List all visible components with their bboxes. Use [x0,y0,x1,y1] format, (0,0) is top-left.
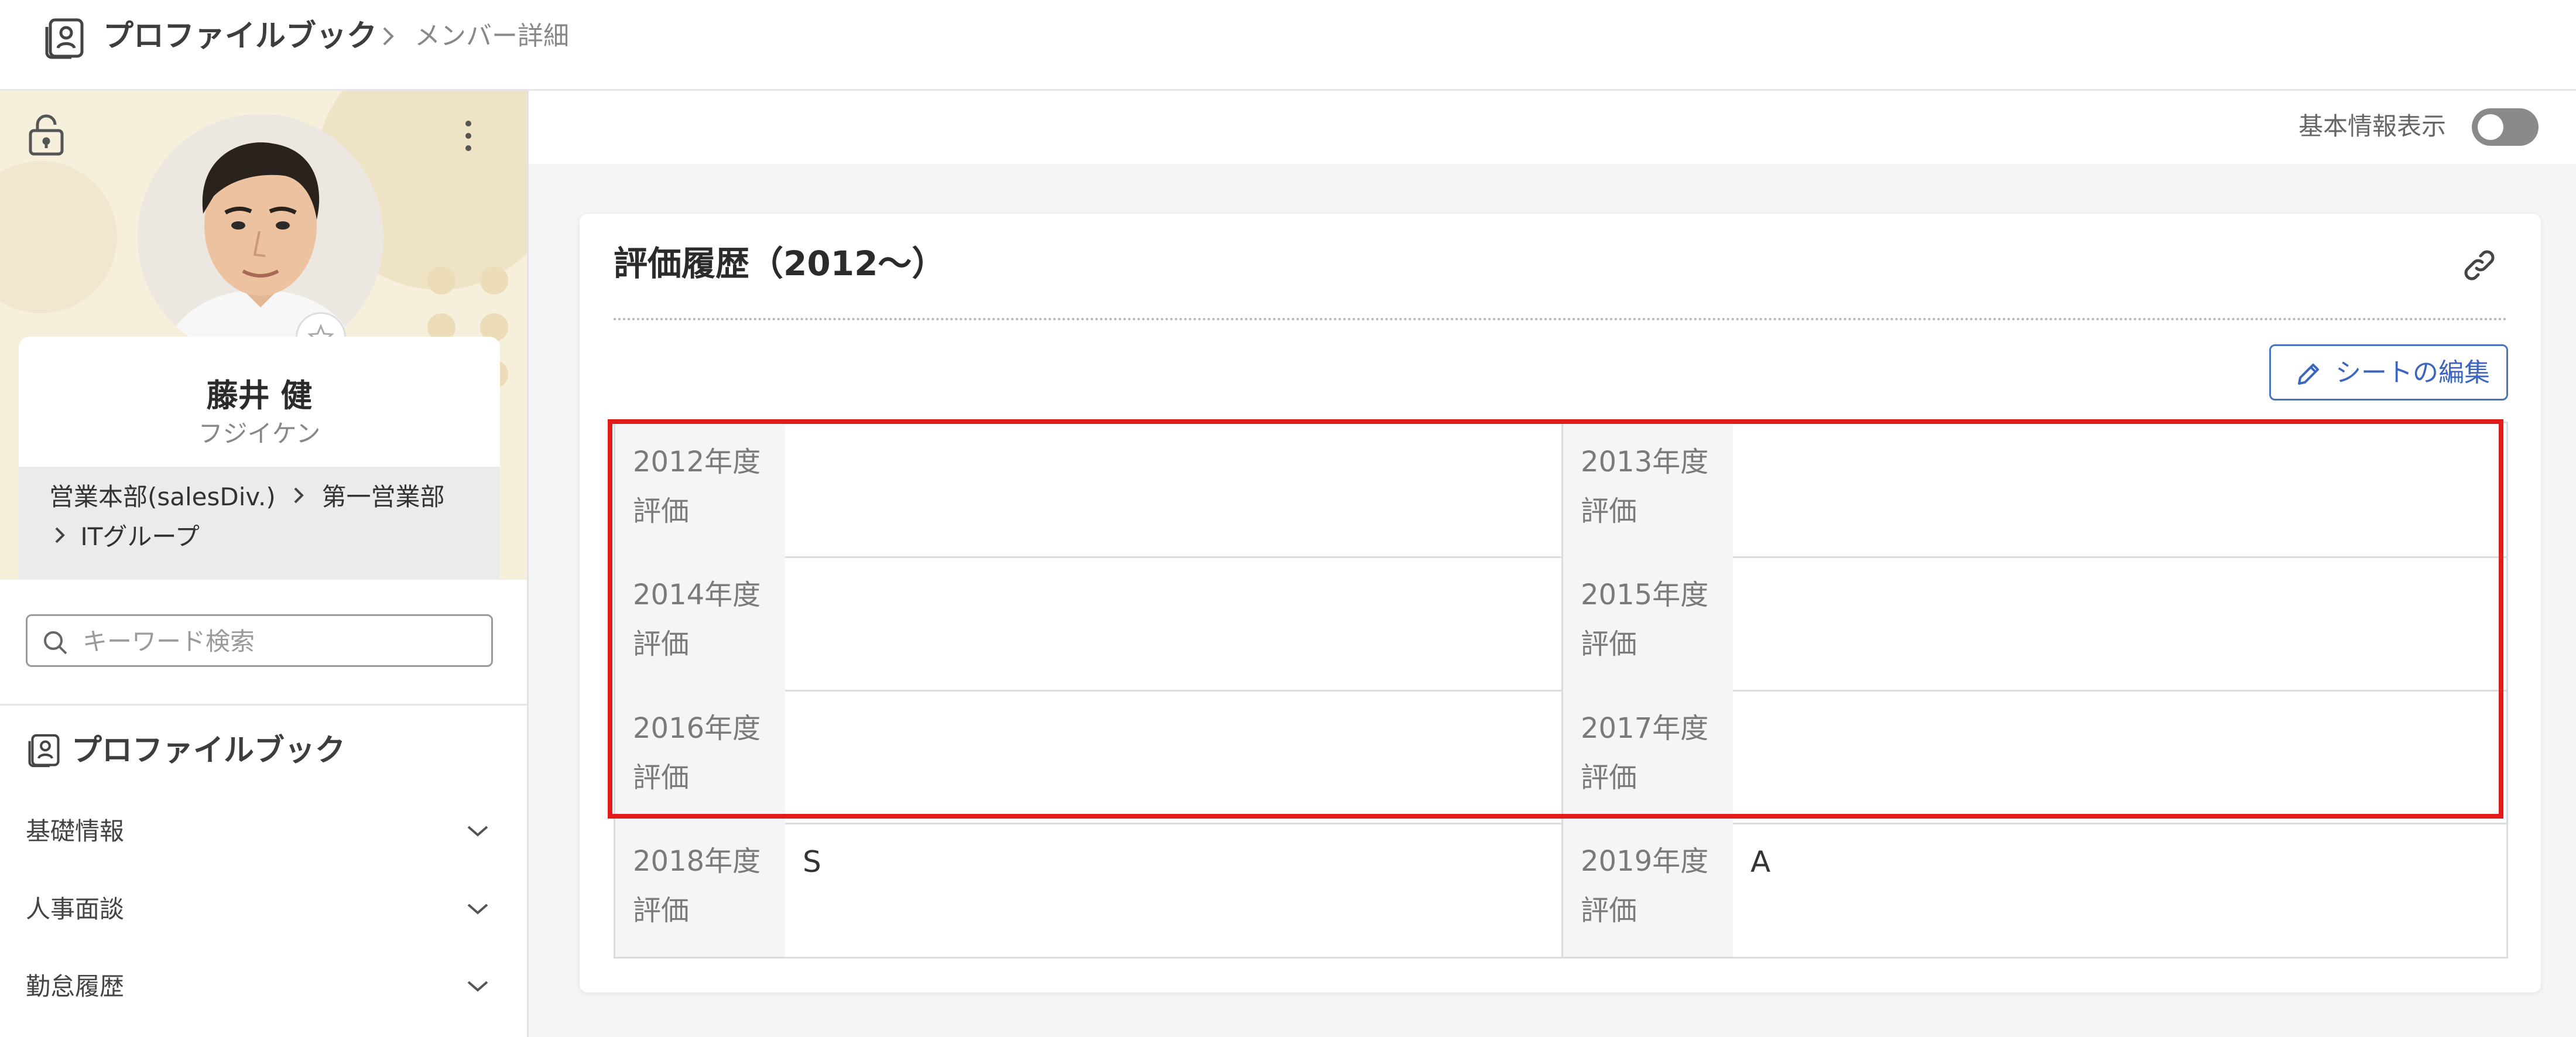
evaluation-cell: 2018年度 評価 S [615,823,1561,957]
nav-item-label: 人事面談 [26,895,125,923]
nav-item-hr-interview[interactable]: 人事面談 [0,874,527,944]
breadcrumb-current: メンバー詳細 [415,21,569,51]
nav-item-basic-info[interactable]: 基礎情報 [0,796,527,867]
year-label: 2015年度 評価 [1563,556,1733,690]
evaluation-cell: 2016年度 評価 [615,690,1561,823]
nav-heading: プロファイルブック [71,733,346,768]
evaluation-cell: 2013年度 評価 [1563,423,2506,556]
main-topbar [529,91,2576,164]
year-label: 2013年度 評価 [1563,423,1733,556]
edit-sheet-button[interactable]: シートの編集 [2269,344,2508,401]
link-icon[interactable] [2459,245,2500,286]
edit-sheet-label: シートの編集 [2335,358,2490,388]
divider [614,318,2508,320]
table-row: 2016年度 評価 2017年度 評価 [615,690,2506,824]
year-label: 2017年度 評価 [1563,690,1733,823]
more-vertical-icon[interactable] [457,115,480,156]
profile-book-icon [42,16,87,61]
member-name: 藤井 健 [206,377,313,414]
pencil-icon [2294,360,2322,388]
evaluation-cell: 2019年度 評価 A [1563,823,2506,957]
search-input[interactable] [81,622,482,660]
lock-icon[interactable] [26,112,67,156]
basic-info-toggle[interactable] [2472,108,2539,146]
search-icon [42,629,68,656]
year-label: 2016年度 評価 [615,690,785,823]
nav-item-label: 勤怠履歴 [26,972,125,1001]
table-row: 2018年度 評価 S 2019年度 評価 A [615,823,2506,957]
nav-item-label: 基礎情報 [26,817,125,846]
profile-book-icon [26,731,62,771]
org-department[interactable]: 第一営業部 [321,482,444,511]
name-card: 藤井 健 フジイケン [19,337,500,467]
evaluation-value[interactable]: A [1751,845,1770,879]
chevron-right-icon [49,521,73,556]
org-group[interactable]: ITグループ [80,522,200,551]
evaluation-cell: 2015年度 評価 [1563,556,2506,690]
year-label: 2019年度 評価 [1563,823,1733,957]
profile-header: 藤井 健 フジイケン 営業本部(salesDiv.) 第一営業部 ITグループ [0,91,527,580]
chevron-down-icon [461,821,494,842]
org-division[interactable]: 営業本部(salesDiv.) [49,482,276,511]
chevron-right-icon [378,22,399,50]
card-title: 評価履歴（2012～） [614,244,946,283]
table-row: 2014年度 評価 2015年度 評価 [615,556,2506,692]
chevron-right-icon [283,481,314,516]
divider [0,704,527,706]
sidebar: 藤井 健 フジイケン 営業本部(salesDiv.) 第一営業部 ITグループ [0,91,529,1037]
nav-item-attendance-history[interactable]: 勤怠履歴 [0,952,527,1022]
app-header: プロファイルブック メンバー詳細 [0,0,2576,91]
chevron-down-icon [461,899,494,920]
chevron-down-icon [461,976,494,997]
evaluation-cell: 2012年度 評価 [615,423,1561,556]
year-label: 2018年度 評価 [615,823,785,957]
evaluation-table: 2012年度 評価 2013年度 評価 2014年度 評価 2015年度 評価 … [614,422,2508,959]
table-row: 2012年度 評価 2013年度 評価 [615,423,2506,558]
app-title[interactable]: プロファイルブック [103,14,377,59]
year-label: 2014年度 評価 [615,556,785,690]
member-kana: フジイケン [198,419,321,448]
evaluation-cell: 2014年度 評価 [615,556,1561,690]
basic-info-toggle-label: 基本情報表示 [2298,112,2447,141]
evaluation-cell: 2017年度 評価 [1563,690,2506,823]
evaluation-value[interactable]: S [803,845,821,879]
avatar [138,114,383,360]
year-label: 2012年度 評価 [615,423,785,556]
org-path: 営業本部(salesDiv.) 第一営業部 ITグループ [19,467,500,580]
toggle-knob [2478,114,2503,140]
keyword-search [26,614,493,667]
